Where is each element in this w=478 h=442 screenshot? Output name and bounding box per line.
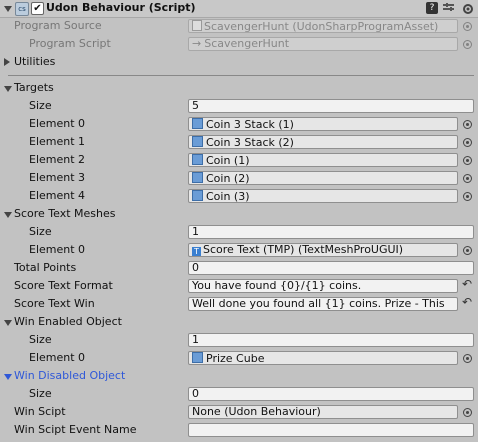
program-source-label: Program Source: [14, 19, 102, 32]
help-icon[interactable]: ?: [426, 2, 438, 14]
win-enabled-object-foldout[interactable]: Win Enabled Object: [14, 314, 122, 330]
score-text-format-field[interactable]: You have found {0}/{1} coins.: [188, 279, 458, 293]
program-script-field: → ScavengerHunt: [188, 37, 458, 51]
script-icon: cs: [15, 2, 29, 16]
win-script-field[interactable]: None (Udon Behaviour): [188, 405, 458, 419]
win-script-label: Win Scipt: [14, 405, 66, 418]
win-enabled-object-size-field[interactable]: 1: [188, 333, 474, 347]
gameobject-icon: [192, 154, 203, 165]
win-disabled-object-foldout-icon[interactable]: [4, 374, 12, 380]
targets-foldout-icon[interactable]: [4, 86, 12, 92]
object-picker-icon[interactable]: [463, 192, 472, 201]
targets-element-1-field[interactable]: Coin 3 Stack (2): [188, 135, 458, 149]
score-text-meshes-foldout-icon[interactable]: [4, 212, 12, 218]
gameobject-icon: [192, 118, 203, 129]
enabled-checkbox[interactable]: ✔: [31, 2, 44, 15]
program-script-label: Program Script: [29, 37, 111, 50]
object-picker-icon: [463, 22, 472, 31]
asset-icon: [192, 20, 202, 31]
object-picker-icon[interactable]: [463, 174, 472, 183]
object-picker-icon[interactable]: [463, 408, 472, 417]
foldout-arrow-icon[interactable]: [4, 6, 12, 12]
score-text-meshes-size-field[interactable]: 1: [188, 225, 474, 239]
targets-element-3-value: Coin (2): [206, 172, 250, 185]
object-picker-icon[interactable]: [463, 120, 472, 129]
win-enabled-object-foldout-icon[interactable]: [4, 320, 12, 326]
win-enabled-object-element-0-value: Prize Cube: [206, 352, 265, 365]
revert-icon[interactable]: ↶: [462, 277, 472, 291]
targets-size-label: Size: [29, 99, 52, 112]
preset-icon[interactable]: [443, 3, 457, 13]
win-enabled-object-element-0-label: Element 0: [29, 351, 86, 364]
targets-element-0-value: Coin 3 Stack (1): [206, 118, 294, 131]
program-script-value: ScavengerHunt: [204, 37, 290, 50]
targets-element-2-value: Coin (1): [206, 154, 250, 167]
object-picker-icon[interactable]: [463, 246, 472, 255]
targets-element-2-label: Element 2: [29, 153, 86, 166]
score-text-meshes-element-0-value: Score Text (TMP) (TextMeshProUGUI): [203, 243, 404, 256]
win-disabled-object-foldout[interactable]: Win Disabled Object: [14, 368, 125, 384]
targets-element-4-label: Element 4: [29, 189, 86, 202]
targets-foldout[interactable]: Targets: [14, 80, 54, 96]
component-title: Udon Behaviour (Script): [46, 1, 196, 14]
total-points-label: Total Points: [14, 261, 77, 274]
win-script-event-name-field[interactable]: [188, 423, 474, 437]
object-picker-icon[interactable]: [463, 156, 472, 165]
score-text-meshes-foldout[interactable]: Score Text Meshes: [14, 206, 116, 222]
targets-element-0-field[interactable]: Coin 3 Stack (1): [188, 117, 458, 131]
score-text-win-field[interactable]: Well done you found all {1} coins. Prize…: [188, 297, 458, 311]
targets-element-0-label: Element 0: [29, 117, 86, 130]
win-enabled-object-size-label: Size: [29, 333, 52, 346]
targets-element-1-value: Coin 3 Stack (2): [206, 136, 294, 149]
gameobject-icon: [192, 190, 203, 201]
score-text-meshes-element-0-label: Element 0: [29, 243, 86, 256]
targets-element-3-field[interactable]: Coin (2): [188, 171, 458, 185]
gameobject-icon: [192, 352, 203, 363]
textmeshpro-icon: T: [192, 247, 201, 256]
win-disabled-object-size-field[interactable]: 0: [188, 387, 474, 401]
score-text-meshes-size-label: Size: [29, 225, 52, 238]
object-picker-icon: [463, 40, 472, 49]
gear-icon[interactable]: [462, 3, 474, 15]
gameobject-icon: [192, 172, 203, 183]
program-source-field: ScavengerHunt (UdonSharpProgramAsset): [188, 19, 458, 33]
win-disabled-object-size-label: Size: [29, 387, 52, 400]
score-text-win-label: Score Text Win: [14, 297, 95, 310]
script-arrow-icon: →: [192, 37, 202, 50]
total-points-field[interactable]: 0: [188, 261, 474, 275]
program-source-value: ScavengerHunt (UdonSharpProgramAsset): [204, 20, 439, 33]
score-text-format-label: Score Text Format: [14, 279, 113, 292]
targets-element-4-field[interactable]: Coin (3): [188, 189, 458, 203]
object-picker-icon[interactable]: [463, 354, 472, 363]
targets-element-4-value: Coin (3): [206, 190, 250, 203]
targets-size-field[interactable]: 5: [188, 99, 474, 113]
win-script-event-name-label: Win Scipt Event Name: [14, 423, 137, 436]
gameobject-icon: [192, 136, 203, 147]
score-text-meshes-element-0-field[interactable]: T Score Text (TMP) (TextMeshProUGUI): [188, 243, 458, 257]
targets-element-3-label: Element 3: [29, 171, 86, 184]
separator: [8, 75, 474, 76]
utilities-foldout-icon[interactable]: [4, 58, 10, 66]
utilities-foldout[interactable]: Utilities: [14, 54, 55, 70]
win-enabled-object-element-0-field[interactable]: Prize Cube: [188, 351, 458, 365]
revert-icon[interactable]: ↶: [462, 295, 472, 309]
targets-element-1-label: Element 1: [29, 135, 86, 148]
targets-element-2-field[interactable]: Coin (1): [188, 153, 458, 167]
object-picker-icon[interactable]: [463, 138, 472, 147]
